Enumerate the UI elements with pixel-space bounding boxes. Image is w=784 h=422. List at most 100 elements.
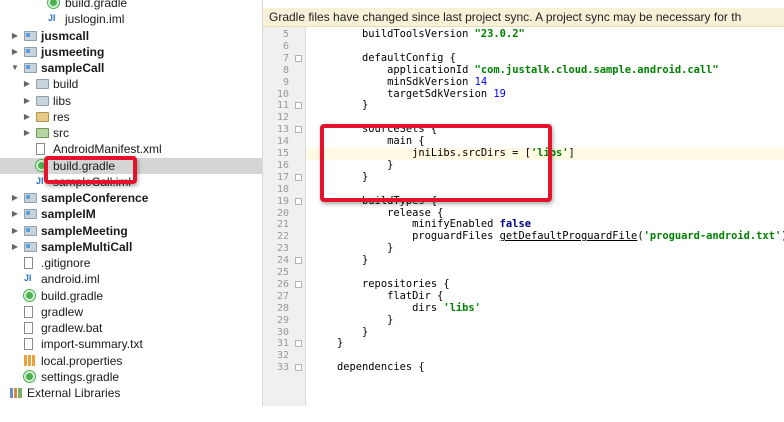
line-number: 22 [276,231,289,243]
chevron-right-icon[interactable]: ▶ [10,223,20,239]
line-number: 33 [276,362,289,374]
fold-marker-icon[interactable] [295,280,302,288]
tree-item-build-gradle[interactable]: build.gradle [0,288,262,304]
chevron-right-icon[interactable]: ▶ [22,125,32,141]
line-number: 15 [276,148,289,159]
code-token: } [312,99,369,112]
line-number: 20 [276,207,289,219]
tree-item-jusmcall[interactable]: ▶ jusmcall [0,28,262,44]
res-folder-icon [36,111,49,122]
fold-marker-icon[interactable] [295,197,302,205]
line-number: 21 [276,219,289,231]
tree-item-androidmanifest-xml[interactable]: AndroidManifest.xml [0,141,262,157]
chevron-right-icon[interactable]: ▶ [10,206,20,222]
tree-item-build[interactable]: ▶ build [0,76,262,92]
iml-icon: JI [24,273,32,284]
tree-item-label: local.properties [41,353,123,368]
file-icon [24,338,33,351]
code-token: } [312,254,369,267]
line-number: 30 [276,326,289,338]
tree-item-label: import-summary.txt [41,337,143,352]
chevron-right-icon[interactable]: ▶ [10,28,20,44]
tree-item-android-iml[interactable]: JI android.iml [0,271,262,287]
line-number: 12 [276,112,289,124]
tree-item-build-gradle[interactable]: build.gradle [0,0,262,11]
properties-icon [24,354,35,366]
tree-item-label: gradlew [41,304,84,319]
fold-marker-icon[interactable] [295,364,302,372]
code-line: dependencies { [312,361,425,374]
code-token: "com.justalk.cloud.sample.android.call" [474,63,719,76]
file-icon [24,305,33,318]
iml-icon: JI [48,13,56,24]
tree-item-sampleconference[interactable]: ▶ sampleConference [0,190,262,206]
code-token: false [499,218,531,231]
tree-item-jusmeeting[interactable]: ▶ jusmeeting [0,44,262,60]
fold-marker-icon[interactable] [295,173,302,181]
code-token: minifyEnabled [312,218,500,231]
tree-item-libs[interactable]: ▶ libs [0,93,262,109]
tree-item-gitignore[interactable]: .gitignore [0,255,262,271]
code-token: dirs [312,301,444,314]
file-icon [24,322,33,334]
chevron-right-icon[interactable]: ▶ [22,76,32,92]
tree-item-label: jusmcall [41,28,90,43]
fold-marker-icon[interactable] [295,340,302,348]
chevron-right-icon[interactable]: ▶ [22,109,32,125]
code-token: } [312,242,394,255]
folder-icon [36,79,49,90]
code-token: targetSdkVersion [312,87,494,100]
line-number: 32 [276,350,289,362]
tree-item-label: libs [53,93,72,108]
fold-marker-icon[interactable] [295,126,302,134]
line-number: 29 [276,314,289,326]
line-number: 27 [276,290,289,302]
line-number: 6 [282,40,289,52]
module-folder-icon [24,63,37,73]
chevron-down-icon[interactable]: ▼ [10,60,20,76]
tree-item-label: settings.gradle [41,369,120,384]
tree-item-gradlew-bat[interactable]: gradlew.bat [0,320,262,336]
tree-item-res[interactable]: ▶ res [0,109,262,125]
chevron-right-icon[interactable]: ▶ [10,239,20,255]
code-token: 'libs' [443,301,481,314]
fold-marker-icon[interactable] [295,54,302,62]
code-token: "23.0.2" [474,28,525,40]
line-number: 17 [276,171,289,183]
file-icon [24,257,33,269]
tree-item-external-libraries[interactable]: External Libraries [0,385,262,401]
tree-item-juslogin-iml[interactable]: JI juslogin.iml [0,11,262,27]
line-number: 11 [276,100,289,112]
chevron-right-icon[interactable]: ▶ [10,190,20,206]
line-number: 28 [276,302,289,314]
tree-item-samplemulticall[interactable]: ▶ sampleMultiCall [0,239,262,255]
chevron-right-icon[interactable]: ▶ [10,44,20,60]
tree-item-gradlew[interactable]: gradlew [0,304,262,320]
module-folder-icon [24,241,37,252]
tree-item-samplemeeting[interactable]: ▶ sampleMeeting [0,223,262,239]
libraries-icon [10,388,22,398]
module-folder-icon [24,46,37,57]
tree-item-import-summary-txt[interactable]: import-summary.txt [0,336,262,352]
tree-item-local-properties[interactable]: local.properties [0,353,262,369]
tree-item-label: sampleConference [41,191,149,205]
line-number: 24 [276,255,289,267]
code-token: 'proguard-android.txt' [643,230,782,243]
tree-item-label: gradlew.bat [41,321,103,335]
tree-item-label: build.gradle [65,0,128,10]
tree-item-src[interactable]: ▶ src [0,125,262,141]
line-number: 7 [282,52,289,64]
tree-item-sampleim[interactable]: ▶ sampleIM [0,206,262,222]
tree-item-settings-gradle[interactable]: settings.gradle [0,369,262,385]
code-token: buildToolsVersion [312,28,475,40]
line-number: 5 [282,29,289,40]
code-token: minSdkVersion [312,75,475,88]
code-token: ] [568,147,575,159]
tree-item-samplecall[interactable]: ▼ sampleCall [0,60,262,76]
file-icon [36,143,45,156]
tree-item-label: build [53,77,79,92]
fold-marker-icon[interactable] [295,102,302,110]
chevron-right-icon[interactable]: ▶ [22,93,32,109]
code-line: } [312,99,369,112]
fold-marker-icon[interactable] [295,257,302,265]
